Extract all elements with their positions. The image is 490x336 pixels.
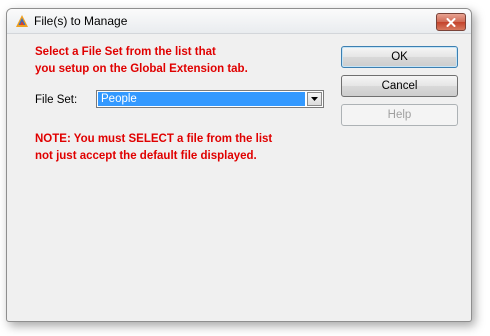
close-button[interactable] [436, 13, 466, 31]
instruction-line: Select a File Set from the list that [35, 46, 216, 58]
window-title: File(s) to Manage [34, 14, 128, 28]
file-set-dropdown[interactable]: People [96, 90, 324, 108]
app-icon [16, 15, 28, 27]
ok-button[interactable]: OK [341, 46, 458, 68]
file-set-selected-value: People [98, 92, 305, 106]
close-icon [446, 17, 456, 27]
title-bar[interactable]: File(s) to Manage [7, 9, 471, 34]
instruction-text: Select a File Set from the list that you… [35, 44, 335, 78]
chevron-down-icon [311, 97, 318, 101]
help-button[interactable]: Help [341, 104, 458, 126]
cancel-button[interactable]: Cancel [341, 75, 458, 97]
note-text: NOTE: You must SELECT a file from the li… [35, 131, 335, 165]
note-line: not just accept the default file display… [35, 150, 257, 162]
file-set-label: File Set: [35, 94, 78, 106]
dialog-window: File(s) to Manage Select a File Set from… [6, 8, 472, 322]
dropdown-button[interactable] [307, 92, 322, 106]
dialog-content: Select a File Set from the list that you… [7, 34, 471, 321]
instruction-line: you setup on the Global Extension tab. [35, 63, 248, 75]
note-line: NOTE: You must SELECT a file from the li… [35, 133, 273, 145]
